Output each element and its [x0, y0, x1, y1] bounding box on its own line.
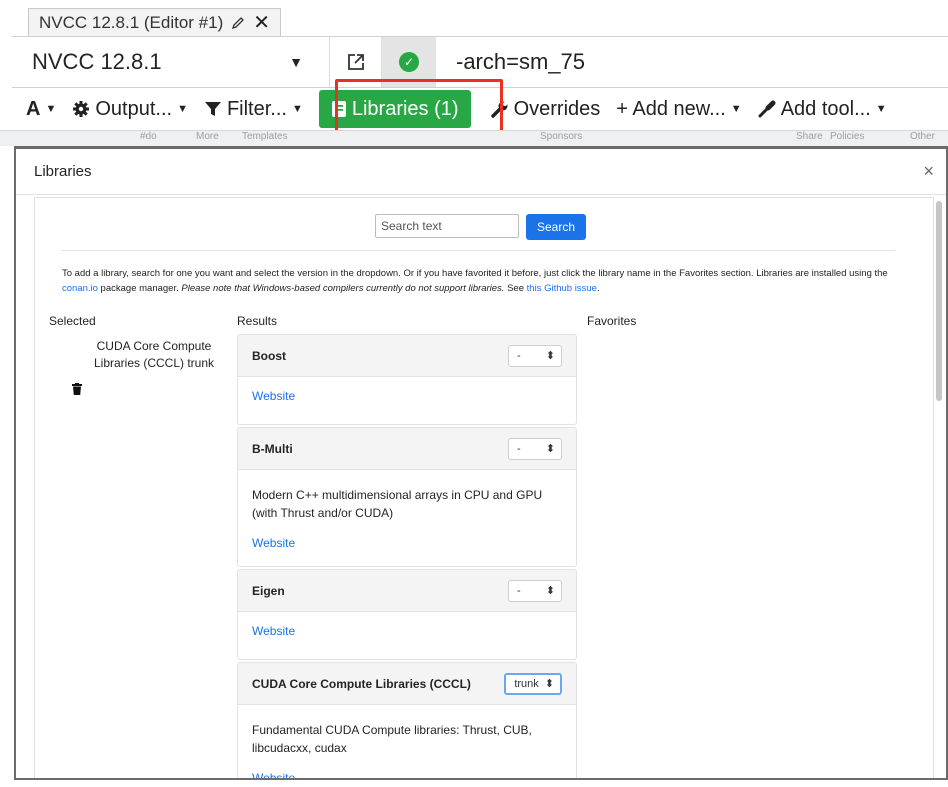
- select-arrows-icon: ⬍: [544, 678, 554, 690]
- library-name: CUDA Core Compute Libraries (CCCL): [252, 676, 471, 691]
- card-body: Website: [238, 612, 576, 652]
- website-link[interactable]: Website: [252, 389, 295, 403]
- library-card-cccl: CUDA Core Compute Libraries (CCCL) trunk…: [237, 662, 577, 778]
- card-header: Boost - ⬍: [238, 335, 576, 377]
- close-tab-icon[interactable]: ✕: [253, 13, 270, 33]
- modal-title: Libraries: [34, 163, 92, 180]
- caret-down-icon: ▼: [875, 103, 887, 115]
- help-text-part: .: [596, 283, 600, 294]
- library-name: Eigen: [252, 583, 285, 598]
- help-text-part: See: [504, 283, 527, 294]
- caret-down-icon: ▼: [45, 103, 57, 115]
- version-value: -: [517, 349, 521, 362]
- compiler-options-input[interactable]: -arch=sm_75: [436, 37, 948, 87]
- bg-item: Other: [910, 131, 936, 142]
- compiler-options-value: -arch=sm_75: [456, 49, 586, 74]
- website-link[interactable]: Website: [252, 771, 295, 778]
- editor-tab-title: NVCC 12.8.1 (Editor #1): [39, 12, 224, 32]
- output-button[interactable]: Output... ▼: [64, 92, 196, 126]
- search-row: Search: [375, 214, 587, 240]
- pencil-icon[interactable]: [231, 16, 245, 30]
- card-body: Fundamental CUDA Compute libraries: Thru…: [238, 705, 576, 778]
- tool-icon: [758, 100, 776, 118]
- selected-column-header: Selected: [49, 314, 96, 328]
- version-select[interactable]: trunk ⬍: [504, 672, 562, 695]
- card-body: Website: [238, 377, 576, 417]
- library-card-eigen: Eigen - ⬍ Website: [237, 569, 577, 660]
- card-header: Eigen - ⬍: [238, 570, 576, 612]
- check-circle-icon: ✓: [399, 52, 419, 72]
- trash-icon[interactable]: [72, 383, 82, 395]
- version-select[interactable]: - ⬍: [508, 437, 562, 460]
- library-name: B-Multi: [252, 441, 293, 456]
- add-tool-button[interactable]: Add tool... ▼: [750, 92, 895, 126]
- bg-item: Share: [796, 131, 823, 142]
- bg-item: More: [196, 131, 219, 142]
- favorites-column-header: Favorites: [587, 314, 637, 328]
- library-name: Boost: [252, 348, 286, 363]
- github-issue-link[interactable]: this Github issue: [527, 283, 597, 294]
- website-link[interactable]: Website: [252, 624, 295, 638]
- bg-item: Templates: [242, 131, 288, 142]
- background-page-strip: #do More Templates Sponsors Share Polici…: [0, 130, 948, 146]
- gear-icon: [73, 101, 90, 117]
- results-column-header: Results: [237, 314, 278, 328]
- page: NVCC 12.8.1 (Editor #1) ✕ NVCC 12.8.1 ▼ …: [0, 0, 948, 787]
- tab-strip: NVCC 12.8.1 (Editor #1) ✕: [0, 0, 948, 36]
- card-header: CUDA Core Compute Libraries (CCCL) trunk…: [238, 663, 576, 705]
- bg-item: Sponsors: [540, 131, 583, 142]
- version-select[interactable]: - ⬍: [508, 579, 562, 602]
- library-description: Fundamental CUDA Compute libraries: Thru…: [252, 723, 532, 755]
- overrides-label: Overrides: [513, 97, 601, 120]
- select-arrows-icon: ⬍: [545, 350, 555, 362]
- close-modal-icon[interactable]: ×: [923, 161, 934, 182]
- version-value: -: [517, 442, 521, 455]
- modal-header: Libraries ×: [16, 149, 946, 195]
- font-button[interactable]: A ▼: [12, 92, 64, 126]
- library-search-input[interactable]: [375, 214, 519, 238]
- output-label: Output...: [95, 97, 173, 120]
- libraries-modal: Libraries × Search To add a library, sea…: [14, 146, 948, 780]
- editor-tab[interactable]: NVCC 12.8.1 (Editor #1) ✕: [28, 8, 282, 36]
- card-header: B-Multi - ⬍: [238, 428, 576, 470]
- version-value: trunk: [514, 677, 539, 690]
- help-text-part: package manager.: [97, 283, 182, 294]
- libraries-highlight-box: [335, 79, 503, 135]
- search-button[interactable]: Search: [526, 214, 587, 240]
- card-body: Modern C++ multidimensional arrays in CP…: [238, 470, 576, 564]
- windows-note: Please note that Windows-based compilers…: [181, 283, 505, 294]
- library-description: Modern C++ multidimensional arrays in CP…: [252, 488, 543, 520]
- help-text: To add a library, search for one you wan…: [62, 266, 902, 296]
- caret-down-icon: ▼: [289, 54, 303, 70]
- font-icon: A: [26, 97, 41, 120]
- compiler-name: NVCC 12.8.1: [32, 49, 162, 74]
- conan-link[interactable]: conan.io: [62, 283, 98, 294]
- library-card-boost: Boost - ⬍ Website: [237, 334, 577, 425]
- version-value: -: [517, 584, 521, 597]
- help-text-part: To add a library, search for one you wan…: [62, 268, 888, 279]
- bg-item: #do: [140, 131, 157, 142]
- filter-icon: [204, 102, 221, 116]
- compiler-select[interactable]: NVCC 12.8.1 ▼: [12, 37, 330, 87]
- modal-body: Search To add a library, search for one …: [34, 197, 934, 778]
- website-link[interactable]: Website: [252, 536, 295, 550]
- bg-item: Policies: [830, 131, 865, 142]
- modal-scrollbar[interactable]: [936, 201, 942, 401]
- selected-library-item[interactable]: CUDA Core Compute Libraries (CCCL) trunk: [79, 338, 229, 372]
- select-arrows-icon: ⬍: [545, 585, 555, 597]
- divider: [61, 250, 895, 251]
- filter-button[interactable]: Filter... ▼: [196, 92, 311, 126]
- caret-down-icon: ▼: [730, 103, 742, 115]
- external-link-icon: [347, 54, 364, 70]
- version-select[interactable]: - ⬍: [508, 344, 562, 367]
- add-new-label: + Add new...: [616, 97, 726, 120]
- caret-down-icon: ▼: [291, 103, 303, 115]
- filter-label: Filter...: [226, 97, 287, 120]
- select-arrows-icon: ⬍: [545, 443, 555, 455]
- add-new-button[interactable]: + Add new... ▼: [608, 92, 749, 126]
- library-card-b-multi: B-Multi - ⬍ Modern C++ multidimensional …: [237, 427, 577, 567]
- caret-down-icon: ▼: [177, 103, 188, 115]
- add-tool-label: Add tool...: [780, 97, 871, 120]
